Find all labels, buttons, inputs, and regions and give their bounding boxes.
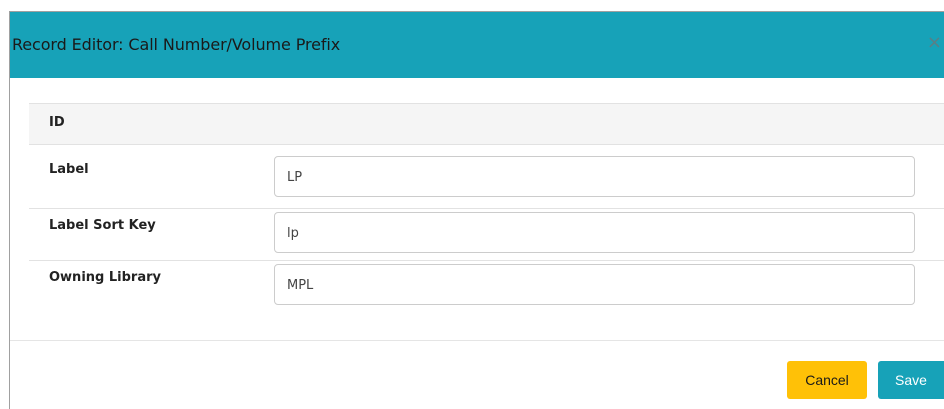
field-row-label: Label LP <box>29 145 944 209</box>
cancel-button[interactable]: Cancel <box>787 361 867 399</box>
id-label: ID <box>49 115 65 130</box>
owning-library-input[interactable]: MPL <box>274 264 915 305</box>
field-row-label-sort-key: Label Sort Key lp <box>29 209 944 261</box>
save-button[interactable]: Save <box>878 361 944 399</box>
record-editor-dialog: Record Editor: Call Number/Volume Prefix… <box>9 11 944 409</box>
label-label: Label <box>49 162 89 177</box>
owning-library-label: Owning Library <box>49 270 161 285</box>
dialog-title: Record Editor: Call Number/Volume Prefix <box>12 35 341 54</box>
label-sort-key-input[interactable]: lp <box>274 212 915 253</box>
label-sort-key-label: Label Sort Key <box>49 218 156 233</box>
close-icon[interactable]: × <box>927 34 942 52</box>
field-row-owning-library: Owning Library MPL <box>29 261 944 321</box>
label-input[interactable]: LP <box>274 156 915 197</box>
dialog-header: Record Editor: Call Number/Volume Prefix… <box>10 12 944 78</box>
footer-divider <box>10 340 944 341</box>
field-row-id: ID <box>29 103 944 145</box>
page: Record Editor: Call Number/Volume Prefix… <box>0 0 944 409</box>
